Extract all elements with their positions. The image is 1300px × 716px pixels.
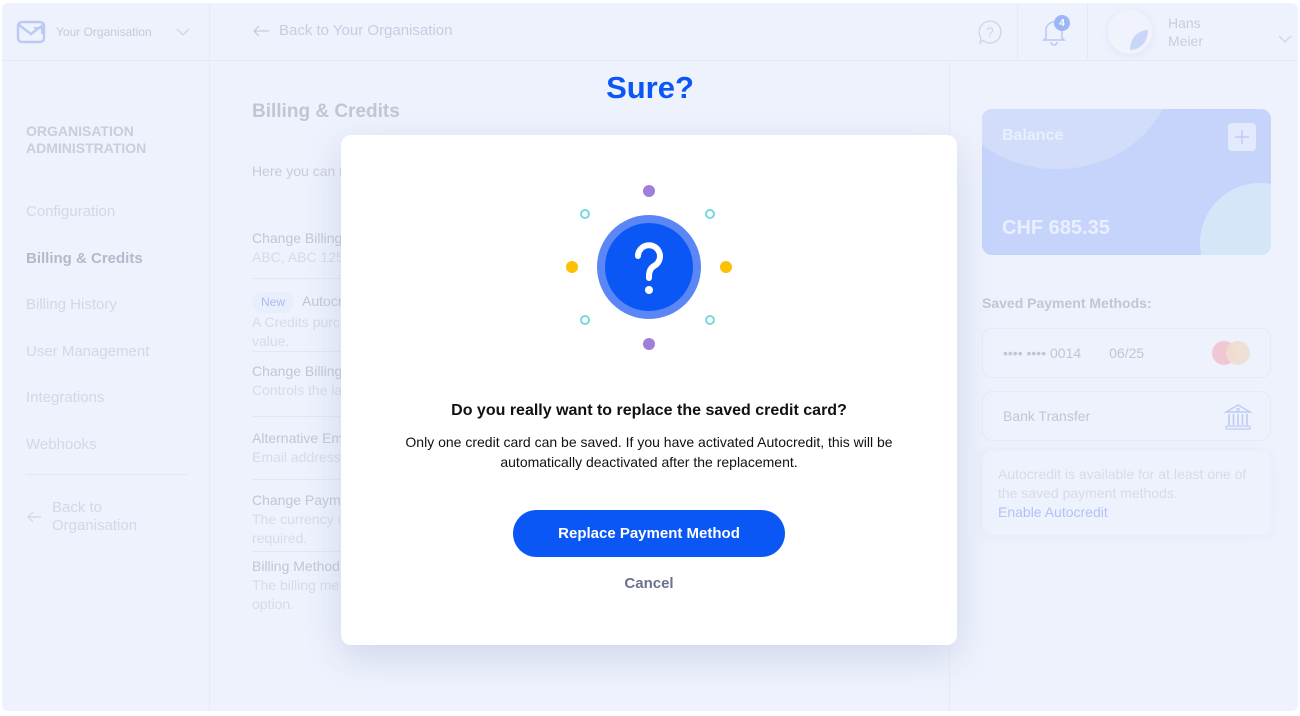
- sidebar-nav: Configuration Billing & Credits Billing …: [26, 203, 149, 482]
- user-last-name: Meier: [1168, 33, 1204, 49]
- avatar: [1108, 10, 1152, 54]
- page-intro: Here you can m: [252, 163, 351, 179]
- balance-card: Balance CHF 685.35: [982, 109, 1271, 255]
- card-expiry: 06/25: [1109, 345, 1145, 361]
- sidebar-divider: [26, 474, 188, 475]
- bank-icon: [1224, 404, 1252, 430]
- top-right-actions: ? 4 Hans Meier: [962, 3, 1298, 61]
- chevron-down-icon: [1278, 35, 1292, 43]
- saved-credit-card[interactable]: •••• •••• 0014 06/25: [982, 328, 1271, 378]
- autocredit-info: Autocredit is available for at least one…: [982, 451, 1271, 535]
- chevron-down-icon: [176, 28, 190, 36]
- plus-icon: [1235, 130, 1249, 144]
- new-badge: New: [252, 292, 295, 313]
- cancel-button[interactable]: Cancel: [589, 572, 709, 594]
- sidebar-item-configuration[interactable]: Configuration: [26, 203, 149, 250]
- org-name: Your Organisation: [56, 25, 152, 39]
- modal-question: Do you really want to replace the saved …: [451, 402, 847, 419]
- decorative-circle: [1200, 183, 1271, 255]
- sidebar-title-line: ADMINISTRATION: [26, 140, 147, 156]
- setting-title: Autocr: [302, 293, 343, 309]
- notifications-button[interactable]: 4: [1032, 3, 1088, 61]
- saved-payment-methods-title: Saved Payment Methods:: [982, 295, 1152, 311]
- modal-heading: Sure?: [606, 70, 694, 105]
- sidebar-title: ORGANISATION ADMINISTRATION: [26, 123, 146, 157]
- balance-label: Balance: [1002, 127, 1064, 144]
- sidebar: ORGANISATION ADMINISTRATION Configuratio…: [2, 61, 210, 711]
- sidebar-item-integrations[interactable]: Integrations: [26, 389, 149, 436]
- sidebar-item-billing-history[interactable]: Billing History: [26, 296, 149, 343]
- mail-logo-icon: [16, 20, 46, 44]
- top-bar: Your Organisation Back to Your Organisat…: [2, 3, 1298, 61]
- sidebar-back-label: Back to: [52, 499, 103, 516]
- balance-amount: CHF 685.35: [1002, 217, 1110, 239]
- back-link-label: Back to Your Organisation: [279, 22, 453, 39]
- enable-autocredit-link[interactable]: Enable Autocredit: [998, 504, 1108, 520]
- mastercard-icon: [1212, 341, 1252, 365]
- saved-bank-transfer[interactable]: Bank Transfer: [982, 391, 1271, 441]
- sidebar-item-webhooks[interactable]: Webhooks: [26, 436, 149, 483]
- right-panel: Balance CHF 685.35 Saved Payment Methods…: [949, 61, 1298, 711]
- arrow-left-icon: [253, 25, 269, 36]
- sidebar-item-user-management[interactable]: User Management: [26, 343, 149, 390]
- sidebar-back-link[interactable]: Back to Organisation: [26, 499, 137, 535]
- user-name: Hans Meier: [1168, 14, 1203, 50]
- card-number: •••• •••• 0014: [1003, 345, 1082, 361]
- sidebar-item-billing-credits[interactable]: Billing & Credits: [26, 250, 149, 297]
- help-button[interactable]: ?: [962, 3, 1018, 61]
- add-credits-button[interactable]: [1228, 123, 1256, 151]
- svg-text:?: ?: [986, 24, 994, 40]
- bank-transfer-label: Bank Transfer: [1003, 408, 1091, 424]
- sidebar-back-label: Organisation: [52, 517, 138, 534]
- notification-count-badge: 4: [1054, 15, 1070, 31]
- autocredit-text: Autocredit is available for at least one…: [998, 466, 1247, 501]
- question-illustration-icon: [566, 185, 732, 350]
- confirm-dialog: Do you really want to replace the saved …: [341, 135, 957, 645]
- org-switcher[interactable]: Your Organisation: [2, 3, 210, 61]
- modal-description: Only one credit card can be saved. If yo…: [405, 434, 893, 470]
- user-first-name: Hans: [1168, 15, 1201, 31]
- back-to-organisation-link[interactable]: Back to Your Organisation: [252, 22, 452, 39]
- user-menu[interactable]: Hans Meier: [1088, 10, 1298, 54]
- help-chat-icon: ?: [978, 20, 1002, 45]
- arrow-left-icon: [27, 511, 41, 523]
- replace-payment-method-button[interactable]: Replace Payment Method: [513, 510, 785, 557]
- leaf-avatar-icon: [1130, 30, 1148, 50]
- sidebar-title-line: ORGANISATION: [26, 123, 134, 139]
